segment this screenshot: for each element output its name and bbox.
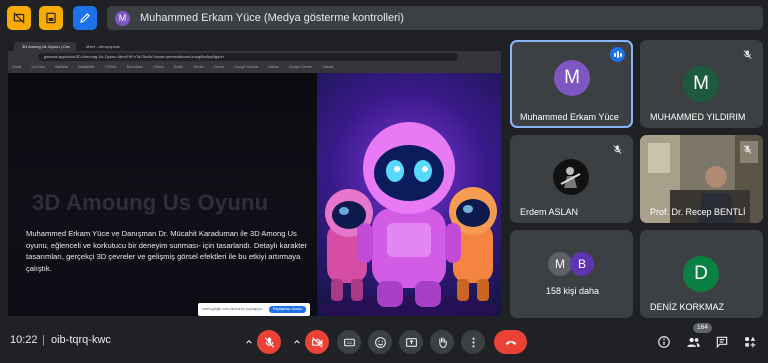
participant-name: MUHAMMED YILDIRIM	[650, 112, 746, 122]
people-button[interactable]	[685, 334, 701, 350]
slide-text-panel: 3D Amoung Us Oyunu Muhammed Erkam Yüce v…	[8, 73, 317, 316]
more-options-button[interactable]	[461, 330, 485, 354]
mic-off-icon	[741, 143, 753, 155]
more-participants-tile[interactable]: M B 158 kişi daha	[510, 230, 633, 318]
meet-window: M Muhammed Erkam Yüce (Medya gösterme ko…	[0, 0, 768, 363]
slide-image-astronauts	[317, 73, 501, 316]
presenter-avatar: M	[115, 10, 130, 26]
audio-levels-icon	[613, 51, 622, 58]
activities-button[interactable]	[742, 334, 758, 350]
shared-browser-chrome: 3D Among Us Oyunu | Cnv Meet - oib-tqrq-…	[8, 40, 501, 73]
participant-tile-recep-bentli[interactable]: Prof. Dr. Recep BENTLİ	[640, 135, 763, 223]
audio-settings-chevron[interactable]	[240, 330, 258, 354]
presenter-label: Muhammed Erkam Yüce (Medya gösterme kont…	[140, 12, 404, 24]
browser-url-row: gamma.app/docs/3D-Amoung-Us-Oyunu-4bnxFh…	[8, 52, 501, 62]
bookmark: Haritalar	[54, 65, 69, 69]
chat-button[interactable]	[714, 334, 730, 350]
shared-screen: 3D Among Us Oyunu | Cnv Meet - oib-tqrq-…	[8, 40, 501, 316]
pen-icon	[80, 13, 90, 23]
participant-tile-muhammed-erkam-yuce[interactable]: M Muhammed Erkam Yüce	[510, 40, 633, 128]
more-participants-label: 158 kişi daha	[546, 286, 600, 296]
bookmark: Grafik	[173, 65, 183, 69]
clock: 10:22	[10, 334, 38, 346]
participant-name: Erdem ASLAN	[520, 207, 579, 217]
presenter-banner[interactable]: M Muhammed Erkam Yüce (Medya gösterme ko…	[107, 6, 763, 30]
bookmark: YÖKAK	[104, 65, 117, 69]
layout-button[interactable]	[39, 6, 63, 30]
bookmark: YouTube	[31, 65, 45, 69]
avatar	[553, 159, 589, 195]
stop-sharing-button[interactable]: Paylaşmayı durdur	[268, 306, 306, 313]
present-now-button[interactable]	[399, 330, 423, 354]
shapes-icon	[745, 336, 756, 348]
chevron-up-icon	[294, 340, 300, 344]
top-bar: M Muhammed Erkam Yüce (Medya gösterme ko…	[0, 0, 768, 36]
browser-tab: Meet - oib-tqrq-kwc	[86, 44, 121, 49]
guitarist-photo-icon	[560, 167, 581, 188]
emoji-icon	[374, 336, 386, 348]
info-icon	[658, 336, 670, 348]
closed-captions-icon: CC	[343, 338, 355, 346]
layout-icon	[46, 12, 56, 24]
bookmark: İstatistikler	[78, 65, 95, 69]
people-icon	[686, 337, 700, 347]
call-end-icon	[505, 340, 516, 345]
bookmark: Gemini	[192, 65, 205, 69]
astronaut-illustration	[319, 122, 499, 316]
microphone-toggle-button[interactable]	[257, 330, 281, 354]
browser-url: gamma.app/docs/3D-Amoung-Us-Oyunu-4bnxFh…	[38, 53, 458, 61]
bookmark: Google Scholar	[234, 65, 259, 69]
participants-count-badge: 164	[693, 323, 712, 333]
avatar: B	[570, 252, 594, 276]
mic-off-icon	[611, 143, 623, 155]
video-settings-chevron[interactable]	[288, 330, 306, 354]
avatar: M	[548, 252, 572, 276]
hand-icon	[438, 337, 447, 348]
avatar: M	[554, 60, 590, 96]
bookmark: Nature	[268, 65, 279, 69]
browser-tab: 3D Among Us Oyunu | Cnv	[14, 42, 76, 51]
meeting-details-button[interactable]	[656, 334, 672, 350]
mic-off-icon	[741, 48, 753, 60]
raise-hand-button[interactable]	[430, 330, 454, 354]
more-vert-icon	[471, 337, 475, 347]
present-off-icon	[13, 12, 25, 24]
captions-button[interactable]: CC	[337, 330, 361, 354]
present-to-all-icon	[405, 337, 417, 347]
bookmark: Gmail	[12, 65, 22, 69]
separator: |	[42, 334, 45, 346]
bookmarks-bar: Gmail YouTube Haritalar İstatistikler YÖKAK N…	[8, 63, 501, 72]
avatar: D	[683, 256, 719, 292]
chevron-up-icon	[246, 340, 252, 344]
annotate-button[interactable]	[73, 6, 97, 30]
participant-name: Prof. Dr. Recep BENTLİ	[650, 207, 746, 217]
bottom-bar: 10:22 | oib-tqrq-kwc CC	[0, 322, 768, 363]
meeting-code: oib-tqrq-kwc	[51, 334, 111, 346]
mic-off-icon	[264, 336, 274, 348]
stop-presenting-button[interactable]	[7, 6, 31, 30]
slide-body: Muhammed Erkam Yüce ve Danışman Dr. Müca…	[26, 229, 308, 273]
bookmark: Orbelo	[153, 65, 164, 69]
avatar: M	[683, 66, 719, 102]
speaking-indicator	[610, 47, 625, 62]
participant-tile-deniz-korkmaz[interactable]: D DENİZ KORKMAZ	[640, 230, 763, 318]
bookmark: Nöronların	[126, 65, 144, 69]
notice-text: meet.google.com ekranınızı paylaşıyor.	[202, 307, 263, 311]
bookmark: Google Gemini	[288, 65, 313, 69]
leave-call-button[interactable]	[494, 330, 527, 354]
browser-tab-strip: 3D Among Us Oyunu | Cnv Meet - oib-tqrq-…	[8, 40, 501, 51]
screen-share-notice: meet.google.com ekranınızı paylaşıyor. P…	[198, 303, 310, 316]
bookmark: Claude	[322, 65, 334, 69]
chat-icon	[716, 336, 728, 349]
videocam-off-icon	[311, 336, 323, 348]
bookmark: Canva	[214, 65, 225, 69]
reactions-button[interactable]	[368, 330, 392, 354]
participant-name: Muhammed Erkam Yüce	[520, 112, 619, 122]
participant-tile-muhammed-yildirim[interactable]: M MUHAMMED YILDIRIM	[640, 40, 763, 128]
slide-title: 3D Amoung Us Oyunu	[32, 190, 269, 215]
svg-text:CC: CC	[346, 341, 352, 345]
participant-tile-erdem-aslan[interactable]: Erdem ASLAN	[510, 135, 633, 223]
participant-name: DENİZ KORKMAZ	[650, 302, 725, 312]
camera-toggle-button[interactable]	[305, 330, 329, 354]
